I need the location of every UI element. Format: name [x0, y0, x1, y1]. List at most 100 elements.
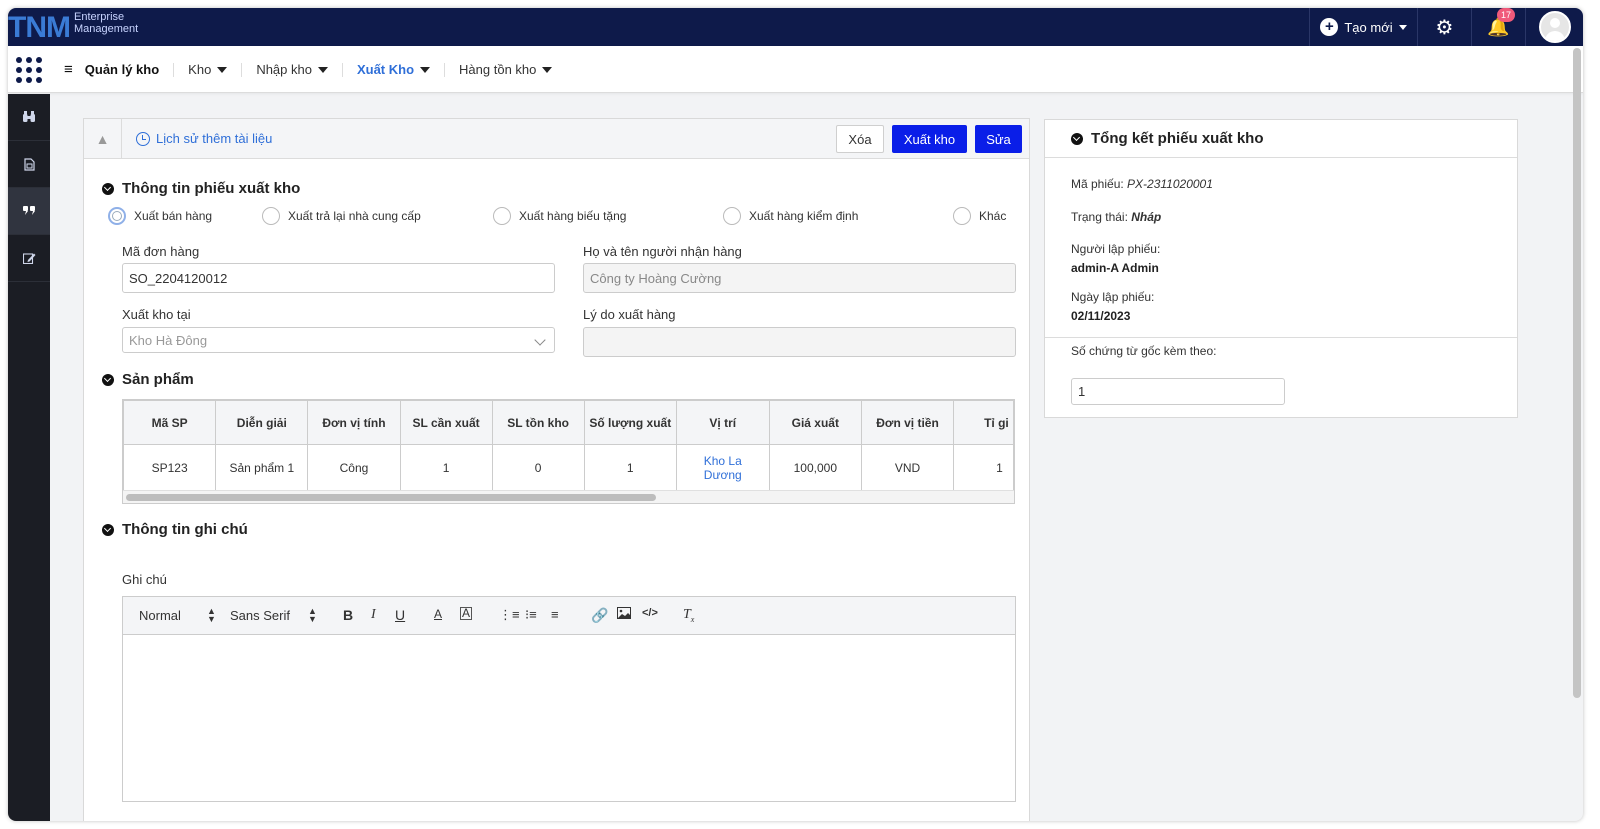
edit-icon[interactable] [8, 235, 50, 282]
receiver-label: Họ và tên người nhận hàng [583, 244, 742, 259]
issue-type-radio-group: Xuất bán hàng Xuất trả lại nhà cung cấp … [108, 207, 1008, 227]
table-header-cell: Đơn vị tiền [860, 400, 955, 445]
italic-icon[interactable]: I [371, 607, 376, 623]
nav-title-label: Quản lý kho [84, 62, 160, 77]
notes-rich-text-editor: Normal ▲ ▼ Sans Serif ▲ ▼ B I U A A ⋮≡ ⁝≡ … [122, 596, 1016, 802]
bold-icon[interactable]: B [343, 607, 353, 623]
bullet-list-icon[interactable]: ⁝≡ [525, 607, 537, 623]
brand-line-2: Management [74, 23, 139, 35]
plus-icon: + [1320, 18, 1339, 36]
user-avatar-button[interactable] [1525, 8, 1583, 46]
section-notes-title: Thông tin ghi chú [122, 521, 248, 538]
caret-down-icon [542, 66, 553, 73]
table-header-cell: Giá xuất [768, 400, 862, 445]
radio-inspection[interactable]: Xuất hàng kiểm định [723, 207, 858, 225]
delete-button[interactable]: Xóa [836, 125, 884, 153]
link-icon[interactable]: 🔗 [591, 607, 608, 624]
radio-icon [953, 207, 971, 225]
nav-item-xuat-kho[interactable]: Xuất Kho [341, 62, 444, 77]
page-vertical-scrollbar[interactable] [1573, 48, 1581, 698]
notification-badge: 17 [1496, 8, 1515, 22]
editor-content-area[interactable] [123, 635, 1015, 801]
warning-icon[interactable]: ▲ [84, 119, 122, 159]
top-actions: + Tạo mới ⚙ 🔔 17 [1309, 8, 1583, 46]
radio-label: Xuất bán hàng [134, 209, 213, 223]
brand-subtitle: Enterprise Management [74, 11, 138, 35]
table-cell: VND [860, 444, 955, 491]
summary-creator-label: Người lập phiếu: [1071, 242, 1161, 256]
edit-button[interactable]: Sửa [975, 125, 1022, 153]
section-notes-toggle[interactable]: Thông tin ghi chú [102, 521, 248, 538]
underline-icon[interactable]: U [395, 607, 405, 623]
section-products-title: Sản phẩm [122, 371, 194, 388]
summary-status-value: Nháp [1131, 210, 1162, 224]
caret-down-icon [317, 66, 328, 73]
create-new-button[interactable]: + Tạo mới [1309, 8, 1417, 46]
nav-item-label: Xuất Kho [356, 62, 415, 77]
warehouse-select[interactable]: Kho Hà Đông [122, 327, 555, 353]
receiver-input[interactable]: Công ty Hoàng Cường [583, 263, 1016, 293]
settings-gear-icon[interactable]: ⚙ [1417, 8, 1471, 46]
document-icon[interactable] [8, 141, 50, 188]
radio-icon [723, 207, 741, 225]
notification-bell-icon[interactable]: 🔔 17 [1471, 8, 1525, 46]
apps-grid-icon[interactable] [16, 57, 42, 83]
radio-label: Khác [979, 209, 1007, 223]
table-header-cell: SL tồn kho [491, 400, 585, 445]
quote-icon[interactable] [8, 188, 50, 235]
table-cell: 0 [491, 444, 585, 491]
section-issue-info-toggle[interactable]: Thông tin phiếu xuất kho [102, 180, 300, 197]
nav-item-label: Hàng tồn kho [459, 62, 537, 77]
app-window: TNM Enterprise Management + Tạo mới ⚙ 🔔 … [8, 8, 1583, 821]
clear-format-icon[interactable]: Tx [683, 607, 694, 624]
summary-title: Tổng kết phiếu xuất kho [1091, 130, 1264, 147]
nav-item-hang-ton-kho[interactable]: Hàng tồn kho [444, 62, 566, 77]
format-select-value: Normal [139, 607, 181, 623]
top-bar: TNM Enterprise Management + Tạo mới ⚙ 🔔 … [8, 8, 1583, 46]
table-header-cell: Đơn vị tính [307, 400, 401, 445]
format-select[interactable]: Normal ▲ ▼ [139, 607, 216, 624]
reason-input[interactable] [583, 327, 1016, 357]
radio-sale[interactable]: Xuất bán hàng [108, 207, 212, 225]
section-issue-info-title: Thông tin phiếu xuất kho [122, 180, 301, 197]
text-color-icon[interactable]: A [434, 607, 442, 621]
align-icon[interactable]: ≡ [551, 607, 559, 622]
table-cell: Sản phẩm 1 [215, 444, 309, 491]
chevron-down-icon [102, 523, 114, 536]
summary-header-toggle[interactable]: Tổng kết phiếu xuất kho [1045, 120, 1517, 158]
warehouse-label: Xuất kho tại [122, 307, 191, 322]
summary-creator-value: admin-A Admin [1071, 261, 1159, 275]
radio-return-supplier[interactable]: Xuất trả lại nhà cung cấp [262, 207, 421, 225]
image-icon[interactable] [617, 607, 631, 622]
order-code-input[interactable]: SO_2204120012 [122, 263, 555, 293]
radio-gift[interactable]: Xuất hàng biếu tặng [493, 207, 626, 225]
section-products-toggle[interactable]: Sản phẩm [102, 371, 194, 388]
code-icon[interactable]: </> [642, 607, 658, 619]
summary-card: Tổng kết phiếu xuất kho Mã phiếu: PX-231… [1044, 119, 1518, 418]
products-table: Mã SP Diễn giải Đơn vị tính SL cần xuất … [123, 400, 1014, 491]
brand-logo[interactable]: TNM [8, 12, 71, 44]
editor-toolbar: Normal ▲ ▼ Sans Serif ▲ ▼ B I U A A ⋮≡ ⁝≡ … [123, 597, 1015, 635]
nav-item-kho[interactable]: Kho [173, 62, 241, 77]
export-button[interactable]: Xuất kho [892, 125, 967, 153]
history-clock-icon [136, 131, 150, 146]
summary-status: Trạng thái: Nháp [1071, 210, 1161, 224]
scrollbar-thumb[interactable] [126, 494, 656, 501]
summary-code: Mã phiếu: PX-2311020001 [1071, 177, 1213, 191]
caret-down-icon [1398, 24, 1407, 30]
nav-menu: ≡ Quản lý kho Kho Nhập kho Xuất Kho Hàng… [62, 46, 566, 93]
radio-other[interactable]: Khác [953, 207, 1006, 225]
nav-item-nhap-kho[interactable]: Nhập kho [241, 62, 342, 77]
nav-title[interactable]: ≡ Quản lý kho [62, 61, 173, 78]
docs-count-input[interactable]: 1 [1071, 378, 1285, 405]
location-link[interactable]: Kho La Dương [675, 444, 770, 491]
background-color-icon[interactable]: A [460, 607, 473, 620]
ordered-list-icon[interactable]: ⋮≡ [499, 607, 520, 623]
table-horizontal-scrollbar[interactable] [123, 490, 1014, 503]
table-row[interactable]: SP123 Sản phẩm 1 Công 1 0 1 Kho La Dương… [123, 444, 1014, 491]
document-history-link[interactable]: Lịch sử thêm tài liệu [136, 131, 272, 146]
binoculars-icon[interactable] [8, 94, 50, 141]
radio-checked-icon [108, 207, 126, 225]
font-select[interactable]: Sans Serif ▲ ▼ [230, 607, 317, 624]
summary-docs-label: Số chứng từ gốc kèm theo: [1071, 344, 1217, 358]
